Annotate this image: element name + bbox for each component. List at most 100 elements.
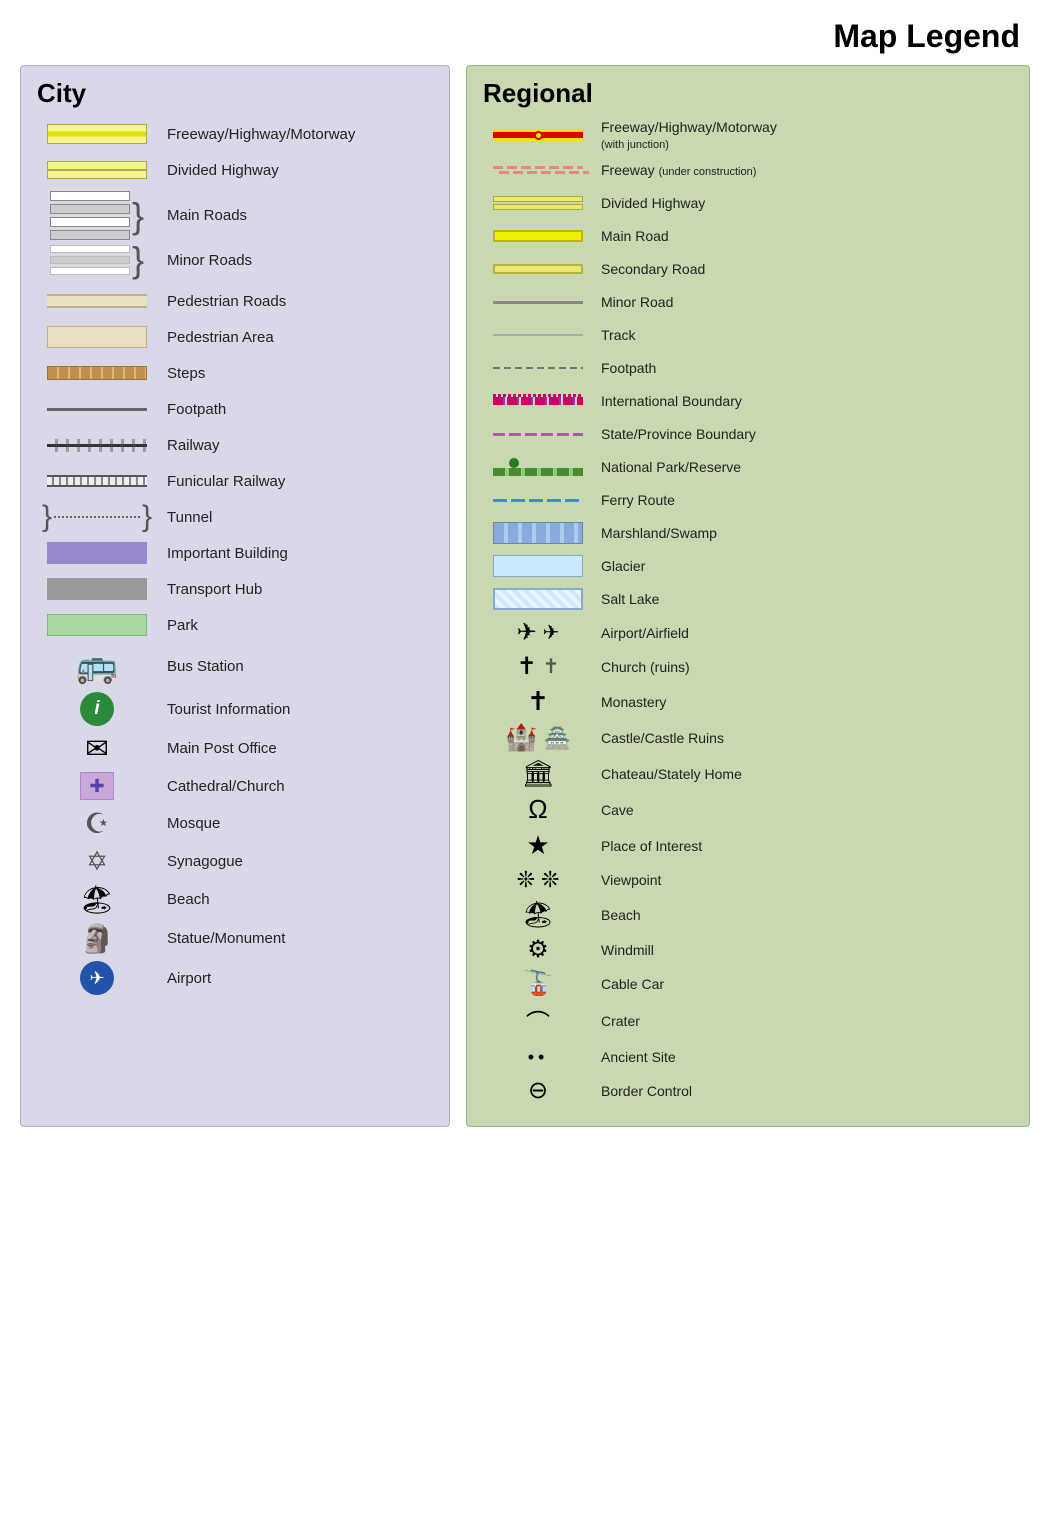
reg-list-item: Ω Cave (483, 794, 1013, 825)
list-item: Transport Hub (37, 574, 433, 604)
cross-outline-icon: ✝ (543, 654, 560, 679)
legend-label: Main Roads (167, 207, 247, 224)
reg-list-item: National Park/Reserve (483, 453, 1013, 481)
postoffice-icon: ✉ (85, 732, 108, 765)
reg-label: Border Control (601, 1083, 692, 1099)
windmill-icon: ⚙ (527, 935, 549, 964)
reg-list-item: Minor Road (483, 288, 1013, 316)
legend-label: Cathedral/Church (167, 778, 285, 795)
list-item: } Main Roads (37, 191, 433, 240)
reg-list-item: Track (483, 321, 1013, 349)
bus-icon: 🚌 (76, 646, 118, 686)
reg-label: Ferry Route (601, 492, 675, 508)
list-item: Pedestrian Roads (37, 286, 433, 316)
reg-list-item: State/Province Boundary (483, 420, 1013, 448)
reg-label: Footpath (601, 360, 656, 376)
reg-list-item: Ferry Route (483, 486, 1013, 514)
list-item: Pedestrian Area (37, 322, 433, 352)
reg-list-item: Glacier (483, 552, 1013, 580)
reg-label: Glacier (601, 558, 645, 574)
castle-ruins-icon: 🏯 (543, 725, 570, 751)
legend-label: Steps (167, 365, 205, 382)
reg-label: Church (ruins) (601, 659, 690, 675)
reg-list-item: Salt Lake (483, 585, 1013, 613)
reg-label: Marshland/Swamp (601, 525, 717, 541)
reg-label: National Park/Reserve (601, 459, 741, 475)
list-item: 🏖 Beach (37, 883, 433, 916)
reg-label: Viewpoint (601, 872, 661, 888)
chateau-icon: 🏛 (521, 758, 554, 789)
synagogue-icon: ✡ (86, 846, 108, 877)
reg-label: International Boundary (601, 393, 742, 409)
list-item: ✚ Cathedral/Church (37, 771, 433, 801)
reg-list-item: Freeway/Highway/Motorway(with junction) (483, 119, 1013, 151)
list-item: Divided Highway (37, 155, 433, 185)
airport-city-icon: ✈ (80, 961, 114, 995)
legend-label: Park (167, 617, 198, 634)
reg-list-item: 🏛 Chateau/Stately Home (483, 758, 1013, 789)
list-item: ✡ Synagogue (37, 846, 433, 877)
reg-list-item: 🚡 Cable Car (483, 969, 1013, 998)
list-item: i Tourist Information (37, 692, 433, 726)
viewpoint-icon-1: ❊ (517, 867, 535, 893)
regional-title: Regional (483, 78, 1013, 109)
page-title: Map Legend (0, 0, 1050, 65)
legend-label: Mosque (167, 815, 220, 832)
viewpoint-icon-2: ❊ (541, 867, 559, 893)
legend-label: Footpath (167, 401, 226, 418)
list-item: Park (37, 610, 433, 640)
legend-label: Tunnel (167, 509, 212, 526)
legend-label: Funicular Railway (167, 473, 285, 490)
list-item: Railway (37, 430, 433, 460)
airplane-small-icon: ✈ (543, 620, 560, 645)
reg-list-item: ✝ ✝ Church (ruins) (483, 652, 1013, 681)
ancient-site-icon: •• (528, 1047, 549, 1068)
reg-label: Freeway (under construction) (601, 162, 756, 178)
reg-label: Monastery (601, 694, 666, 710)
cross-solid-icon: ✝ (517, 652, 537, 681)
reg-label: Track (601, 327, 635, 343)
legend-label: Important Building (167, 545, 288, 562)
reg-label: Place of Interest (601, 838, 702, 854)
city-panel: City Freeway/Highway/Motorway Divided Hi… (20, 65, 450, 1127)
airplane-icon: ✈ (517, 618, 537, 647)
reg-list-item: ✝ Monastery (483, 686, 1013, 717)
reg-list-item: Freeway (under construction) (483, 156, 1013, 184)
monastery-icon: ✝ (527, 686, 549, 717)
legend-label: Minor Roads (167, 252, 252, 269)
reg-label: Cable Car (601, 976, 664, 992)
reg-label: State/Province Boundary (601, 426, 756, 442)
legend-label: Transport Hub (167, 581, 262, 598)
info-icon: i (80, 692, 114, 726)
legend-label: Tourist Information (167, 701, 290, 718)
reg-list-item: International Boundary (483, 387, 1013, 415)
reg-label: Airport/Airfield (601, 625, 689, 641)
reg-label: Chateau/Stately Home (601, 766, 742, 782)
reg-list-item: ★ Place of Interest (483, 830, 1013, 861)
reg-label: Windmill (601, 942, 654, 958)
legend-label: Pedestrian Roads (167, 293, 286, 310)
list-item: } Minor Roads (37, 242, 433, 278)
reg-label: Castle/Castle Ruins (601, 730, 724, 746)
reg-label: Secondary Road (601, 261, 705, 277)
reg-list-item: Marshland/Swamp (483, 519, 1013, 547)
beach-reg-icon: 🏖 (521, 899, 554, 930)
legend-label: Bus Station (167, 658, 244, 675)
legend-label: Railway (167, 437, 220, 454)
city-title: City (37, 78, 433, 109)
reg-label: Salt Lake (601, 591, 659, 607)
reg-list-item: ❊ ❊ Viewpoint (483, 866, 1013, 894)
reg-list-item: 🏖 Beach (483, 899, 1013, 930)
cathedral-icon: ✚ (80, 772, 114, 800)
reg-list-item: 🏰 🏯 Castle/Castle Ruins (483, 722, 1013, 753)
cable-car-icon: 🚡 (523, 969, 553, 998)
legend-label: Divided Highway (167, 162, 279, 179)
legend-label: Pedestrian Area (167, 329, 274, 346)
border-control-icon: ⊖ (528, 1076, 548, 1105)
reg-label: Freeway/Highway/Motorway(with junction) (601, 119, 777, 151)
reg-list-item: Footpath (483, 354, 1013, 382)
legend-label: Airport (167, 970, 211, 987)
reg-list-item: •• Ancient Site (483, 1043, 1013, 1071)
reg-list-item: ⌒ Crater (483, 1003, 1013, 1038)
legend-label: Main Post Office (167, 740, 277, 757)
